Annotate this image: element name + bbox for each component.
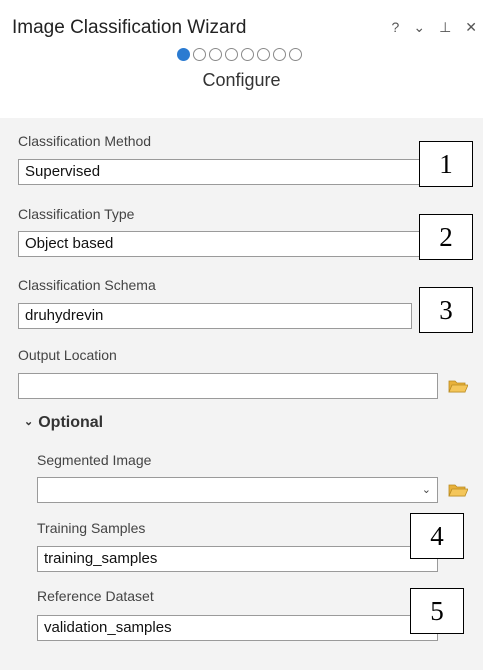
classification-schema-field[interactable]: druhydrevin <box>18 303 412 329</box>
window-controls: ? ⌄ ⊥ ✕ <box>392 19 477 35</box>
output-location-label: Output Location <box>18 347 117 363</box>
options-dropdown-icon[interactable]: ⌄ <box>413 19 425 35</box>
folder-icon[interactable] <box>448 378 468 393</box>
chevron-down-icon: ⌄ <box>24 416 34 428</box>
close-icon[interactable]: ✕ <box>465 19 477 35</box>
output-location-field[interactable] <box>18 373 438 399</box>
wizard-panel: Image Classification Wizard ? ⌄ ⊥ ✕ Conf… <box>0 0 483 670</box>
step-dot-8[interactable] <box>289 48 302 61</box>
step-dot-1[interactable] <box>177 48 190 61</box>
window-title: Image Classification Wizard <box>12 17 247 38</box>
pin-icon[interactable]: ⊥ <box>439 19 451 35</box>
classification-method-label: Classification Method <box>18 133 152 149</box>
step-title: Configure <box>202 70 281 90</box>
callout-number-2: 2 <box>419 214 473 260</box>
classification-schema-label: Classification Schema <box>18 277 156 293</box>
help-icon[interactable]: ? <box>392 19 400 35</box>
step-dot-7[interactable] <box>273 48 286 61</box>
segmented-image-label: Segmented Image <box>37 452 152 468</box>
training-samples-label: Training Samples <box>37 520 146 536</box>
optional-section-label: Optional <box>38 414 104 431</box>
wizard-header: Image Classification Wizard ? ⌄ ⊥ ✕ Conf… <box>0 0 483 118</box>
callout-number-1: 1 <box>419 141 473 187</box>
folder-icon[interactable] <box>448 482 468 497</box>
segmented-image-dropdown[interactable]: ⌄ <box>37 477 438 503</box>
callout-number-5: 5 <box>410 588 464 634</box>
classification-type-label: Classification Type <box>18 206 135 222</box>
callout-number-4: 4 <box>410 513 464 559</box>
step-dot-2[interactable] <box>193 48 206 61</box>
reference-dataset-label: Reference Dataset <box>37 588 154 604</box>
chevron-down-icon[interactable]: ⌄ <box>422 478 431 502</box>
step-dot-6[interactable] <box>257 48 270 61</box>
step-dot-3[interactable] <box>209 48 222 61</box>
callout-number-3: 3 <box>419 287 473 333</box>
classification-method-field[interactable]: Supervised <box>18 159 440 185</box>
classification-type-field[interactable]: Object based <box>18 231 440 257</box>
optional-section-toggle[interactable]: ⌄ Optional <box>24 414 103 432</box>
training-samples-field[interactable]: training_samples <box>37 546 438 572</box>
step-indicator <box>177 48 302 61</box>
reference-dataset-field[interactable]: validation_samples <box>37 615 438 641</box>
step-dot-5[interactable] <box>241 48 254 61</box>
step-dot-4[interactable] <box>225 48 238 61</box>
